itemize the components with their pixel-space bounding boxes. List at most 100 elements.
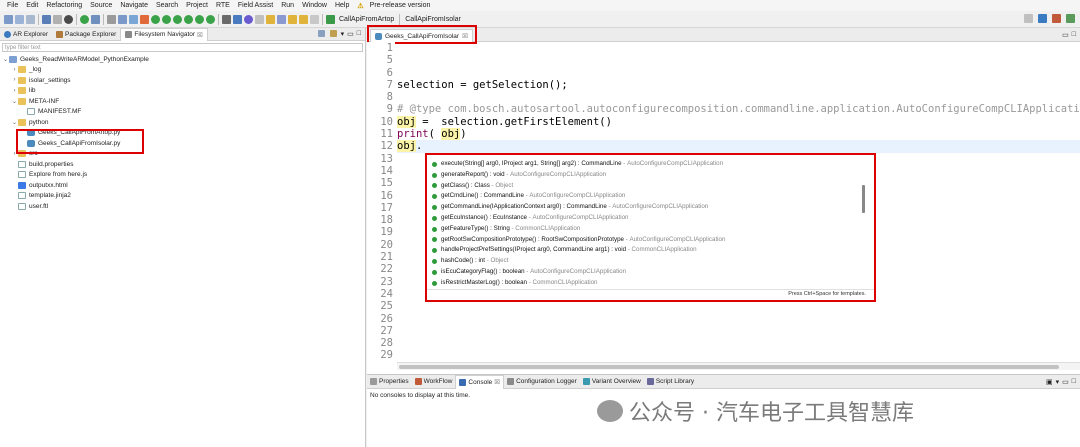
tool-3-icon[interactable] [255, 14, 264, 24]
code-line[interactable] [397, 91, 1080, 103]
menu-item-project[interactable]: Project [182, 2, 212, 9]
collapsed-arrow-icon[interactable]: › [11, 77, 18, 83]
tree-item[interactable]: outputxx.html [0, 180, 365, 191]
expanded-arrow-icon[interactable]: ⌄ [11, 98, 18, 105]
perspective-1-icon[interactable] [1038, 14, 1047, 23]
a-icon[interactable] [151, 14, 160, 24]
proposal-item[interactable]: getRootSwCompositionPrototype() : RootSw… [427, 235, 874, 246]
tab-properties[interactable]: Properties [367, 375, 412, 389]
pin-icon[interactable] [266, 14, 275, 24]
minimize-icon[interactable]: ▭ [347, 30, 354, 38]
tool-icon-2[interactable] [140, 14, 149, 24]
code-line[interactable] [397, 42, 1080, 54]
tab-script-library[interactable]: Script Library [644, 375, 697, 389]
code-line[interactable] [397, 300, 1080, 312]
horizontal-scrollbar[interactable] [397, 362, 1080, 370]
proposal-item[interactable]: isRestrictMasterLog() : boolean - Common… [427, 278, 874, 289]
menu-item-file[interactable]: File [3, 2, 22, 9]
link-icon[interactable] [329, 30, 337, 37]
close-icon[interactable]: ☒ [197, 31, 203, 39]
collapsed-arrow-icon[interactable]: › [11, 67, 18, 73]
build-icon[interactable] [42, 14, 51, 24]
maximize-icon[interactable]: □ [1072, 31, 1076, 39]
tab-workflow[interactable]: WorkFlow [412, 375, 456, 389]
tab-console[interactable]: Console ☒ [455, 374, 505, 389]
tree-item[interactable]: › _log [0, 65, 365, 76]
code-line[interactable]: # @type com.bosch.autosartool.autoconfig… [397, 103, 1080, 115]
open-perspective-icon[interactable] [1024, 14, 1033, 23]
grid-icon[interactable] [107, 14, 116, 24]
view-menu-icon[interactable]: ▾ [1056, 378, 1060, 386]
r-icon[interactable] [233, 14, 242, 24]
code-line[interactable]: obj = selection.getFirstElement() [397, 115, 1080, 128]
tab-ar-explorer[interactable]: AR Explorer [0, 28, 52, 41]
code-line[interactable] [397, 349, 1080, 361]
nav-icon[interactable] [277, 14, 286, 24]
code-line[interactable] [397, 54, 1080, 66]
code-line[interactable]: print( obj) [397, 128, 1080, 141]
display-console-icon[interactable]: ▣ [1046, 378, 1053, 386]
search-icon[interactable] [118, 14, 127, 24]
tree-item[interactable]: › src [0, 149, 365, 160]
launch-item-artop[interactable]: CallApiFromArtop [339, 16, 394, 23]
f-icon[interactable] [206, 14, 215, 24]
tab-configuration-logger[interactable]: Configuration Logger [504, 375, 580, 389]
new-icon[interactable] [4, 14, 13, 24]
code-line[interactable] [397, 313, 1080, 325]
tree-item[interactable]: ⌄ Geeks_ReadWriteARModel_PythonExample [0, 54, 365, 65]
tree-item[interactable]: Geeks_CallApiFromIsolar.py [0, 138, 365, 149]
next-annotation-icon[interactable] [288, 14, 297, 24]
proposal-item[interactable]: hashCode() : int - Object [427, 256, 874, 267]
menu-item-refactoring[interactable]: Refactoring [42, 2, 86, 9]
d-icon[interactable] [184, 14, 193, 24]
view-menu-icon[interactable]: ▾ [341, 30, 345, 38]
proposal-scrollbar[interactable] [862, 185, 865, 213]
proposal-item[interactable]: handleProjectPrefSettings(IProject arg0,… [427, 245, 874, 256]
e-icon[interactable] [195, 14, 204, 24]
menu-item-field-assist[interactable]: Field Assist [234, 2, 277, 9]
proposal-item[interactable]: isEcuCategoryFlag() : boolean - AutoConf… [427, 267, 874, 278]
menu-item-navigate[interactable]: Navigate [116, 2, 152, 9]
close-icon[interactable]: ☒ [462, 32, 468, 40]
editor-tab[interactable]: Geeks_CallApiFromIsolar ☒ [370, 29, 473, 42]
proposal-item[interactable]: generateReport() : void - AutoConfigureC… [427, 170, 874, 181]
tree-item[interactable]: ⌄ python [0, 117, 365, 128]
tree-item[interactable]: MANIFEST.MF [0, 107, 365, 118]
menu-item-source[interactable]: Source [86, 2, 116, 9]
proposal-item[interactable]: getEcuInstance() : EcuInstance - AutoCon… [427, 213, 874, 224]
tab-package-explorer[interactable]: Package Explorer [52, 28, 120, 41]
perspective-3-icon[interactable] [1066, 14, 1075, 23]
proposal-item[interactable]: getClass() : Class - Object [427, 181, 874, 192]
forward-icon[interactable] [310, 14, 319, 24]
filter-input[interactable]: type filter text [2, 43, 363, 52]
menu-item-window[interactable]: Window [298, 2, 331, 9]
tab-filesystem-navigator[interactable]: Filesystem Navigator ☒ [120, 27, 208, 41]
properties-icon[interactable] [53, 14, 62, 24]
tree-item[interactable]: Geeks_CallApiFromArtop.py [0, 128, 365, 139]
collapsed-arrow-icon[interactable]: › [11, 151, 18, 157]
maximize-icon[interactable]: □ [357, 30, 361, 38]
back-icon[interactable] [299, 14, 308, 24]
menu-item-run[interactable]: Run [277, 2, 298, 9]
code-line[interactable] [397, 337, 1080, 349]
tree-item[interactable]: ⌄ META-INF [0, 96, 365, 107]
maximize-icon[interactable]: □ [1072, 378, 1076, 386]
tree-item[interactable]: user.ftl [0, 201, 365, 212]
tree-item[interactable]: build.properties [0, 159, 365, 170]
code-line[interactable]: selection = getSelection(); [397, 79, 1080, 91]
menu-item-search[interactable]: Search [152, 2, 182, 9]
perspective-2-icon[interactable] [1052, 14, 1061, 23]
minimize-icon[interactable]: ▭ [1062, 378, 1069, 386]
tree-item[interactable]: template.jinja2 [0, 191, 365, 202]
proposal-item[interactable]: getCmdLine() : CommandLine - AutoConfigu… [427, 191, 874, 202]
scrollbar-thumb[interactable] [399, 365, 1059, 369]
launch-item-isolar[interactable]: CallApiFromIsolar [405, 16, 461, 23]
launch-icon[interactable] [326, 14, 335, 24]
c-icon[interactable] [173, 14, 182, 24]
tool-icon[interactable] [129, 14, 138, 24]
proposal-item[interactable]: getFeatureType() : String - CommonCLIApp… [427, 224, 874, 235]
collapsed-arrow-icon[interactable]: › [11, 88, 18, 94]
grid-2-icon[interactable] [222, 14, 231, 24]
close-icon[interactable]: ☒ [494, 378, 500, 386]
menu-item-edit[interactable]: Edit [22, 2, 42, 9]
